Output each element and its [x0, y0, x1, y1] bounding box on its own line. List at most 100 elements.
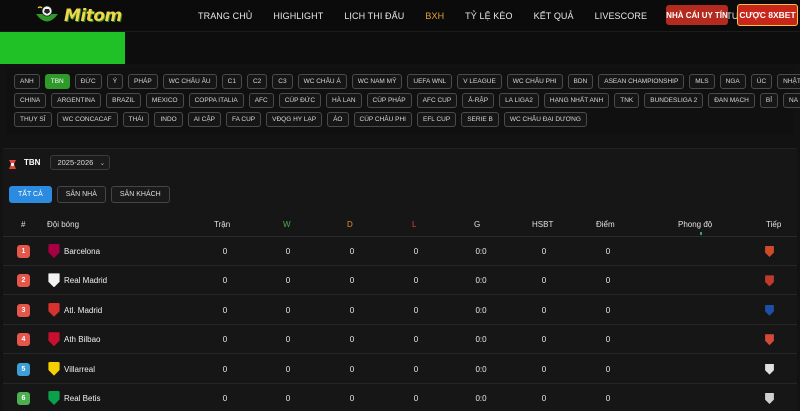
- league-chip-fa-cup[interactable]: FA CUP: [226, 112, 262, 127]
- league-chip-hang-nhat-anh[interactable]: HẠNG NHẤT ANH: [543, 93, 610, 108]
- league-chip-ha-lan[interactable]: HÀ LAN: [326, 93, 362, 108]
- team-name[interactable]: Atl. Madrid: [64, 296, 102, 325]
- league-chip-duc[interactable]: ĐỨC: [74, 74, 102, 89]
- table-row[interactable]: 1 Barcelona 0 0 0 0 0:0 0 0: [3, 237, 797, 266]
- league-chip-wc-nam-my[interactable]: WC NAM MỸ: [351, 74, 403, 89]
- team-name[interactable]: Real Madrid: [64, 266, 107, 295]
- league-chip-uefa-wnl[interactable]: UEFA WNL: [407, 74, 453, 89]
- league-chip-vdqg-hy-lap[interactable]: VĐQG HY LẠP: [266, 112, 323, 127]
- cell-gd: 0: [541, 276, 547, 286]
- filter-san-nha-button[interactable]: SÂN NHÀ: [56, 186, 106, 203]
- league-chip-serie-b[interactable]: SERIE B: [461, 112, 499, 127]
- league-chip-coppa-italia[interactable]: COPPA ITALIA: [188, 93, 244, 108]
- league-chip-la-liga2[interactable]: LA LIGA2: [499, 93, 539, 108]
- season-value: 2025-2026: [57, 158, 94, 167]
- cell-goals: 0:0: [475, 335, 487, 345]
- promo-banner[interactable]: [0, 32, 125, 64]
- league-chip-cup-phap[interactable]: CÚP PHÁP: [366, 93, 412, 108]
- next-opponent-crest-icon[interactable]: [765, 334, 774, 346]
- league-chip-thuy-si[interactable]: THỤY SĨ: [14, 112, 52, 127]
- league-chip-china[interactable]: CHINA: [14, 93, 47, 108]
- league-chip-asean-championship[interactable]: ASEAN CHAMPIONSHIP: [598, 74, 685, 89]
- next-opponent-crest-icon[interactable]: [765, 275, 774, 287]
- league-chip-ao[interactable]: ÁO: [327, 112, 349, 127]
- league-chip-tbn[interactable]: TBN: [44, 74, 70, 89]
- col-draws: D: [347, 220, 353, 229]
- league-chip-dan-mach[interactable]: ĐAN MẠCH: [708, 93, 755, 108]
- next-opponent-crest-icon[interactable]: [765, 363, 774, 375]
- league-chip-c3[interactable]: C3: [272, 74, 293, 89]
- nav-item-livescore[interactable]: LIVESCORE: [595, 11, 647, 21]
- league-chip-cup-duc[interactable]: CÚP ĐỨC: [278, 93, 322, 108]
- table-header: # Đội bóng Trận W D L G HSBT Điểm Phong …: [3, 212, 797, 237]
- league-chip-nga[interactable]: NGA: [719, 74, 746, 89]
- nav-item-lich-thi-dau[interactable]: LỊCH THI ĐẤU: [344, 11, 404, 21]
- table-row[interactable]: 4 Ath Bilbao 0 0 0 0 0:0 0 0: [3, 325, 797, 355]
- league-chip-c2[interactable]: C2: [246, 74, 268, 89]
- cell-goals: 0:0: [475, 247, 487, 256]
- filter-san-khach-button[interactable]: SÂN KHÁCH: [110, 186, 170, 203]
- trusted-dealer-button[interactable]: NHÀ CÁI UY TÍN: [666, 5, 728, 25]
- league-chip-afc-cup[interactable]: AFC CUP: [416, 93, 458, 108]
- nav-item-highlight[interactable]: HIGHLIGHT: [273, 11, 323, 21]
- nav-item-bxh[interactable]: BXH: [425, 11, 444, 21]
- league-chip-c1[interactable]: C1: [221, 74, 242, 89]
- standings-card: TBN 2025-2026 ⌄ TẤT CẢ SÂN NHÀ SÂN KHÁCH #…: [3, 148, 797, 411]
- cell-d: 0: [349, 364, 355, 374]
- league-chip-uc[interactable]: ÚC: [750, 74, 773, 89]
- cell-played: 0: [222, 364, 228, 374]
- team-name[interactable]: Real Betis: [64, 384, 100, 411]
- league-chip-wc-chau-a[interactable]: WC CHÂU Á: [297, 74, 347, 89]
- league-chip-anh[interactable]: ANH: [14, 74, 40, 89]
- cell-points: 0: [605, 364, 611, 374]
- league-chip-phap[interactable]: PHÁP: [128, 74, 158, 89]
- league-chip-indo[interactable]: INDO: [154, 112, 183, 127]
- table-row[interactable]: 2 Real Madrid 0 0 0 0 0:0 0 0: [3, 266, 797, 296]
- league-chip-efl-cup[interactable]: EFL CUP: [416, 112, 457, 127]
- league-chip-bundesliga-2[interactable]: BUNDESLIGA 2: [644, 93, 704, 108]
- site-logo[interactable]: Mitom: [34, 2, 122, 30]
- league-chip-y[interactable]: Ý: [106, 74, 124, 89]
- league-chip-afc[interactable]: AFC: [248, 93, 274, 108]
- cell-played: 0: [222, 394, 228, 403]
- col-goals: G: [474, 220, 481, 229]
- league-chip-bdn[interactable]: BDN: [567, 74, 594, 89]
- team-name[interactable]: Villarreal: [64, 355, 95, 384]
- league-chip-mexico[interactable]: MEXICO: [145, 93, 184, 108]
- league-chip-a-rap[interactable]: Ả-RẬP: [462, 93, 495, 108]
- league-chip-v-league[interactable]: V LEAGUE: [457, 74, 502, 89]
- nav-item-ty-le-keo[interactable]: TỶ LỆ KÈO: [465, 11, 512, 21]
- league-chip-na-uy[interactable]: NA UY: [783, 93, 800, 108]
- league-chip-bi[interactable]: BỈ: [759, 93, 779, 108]
- league-chip-wc-concacaf[interactable]: WC CONCACAF: [56, 112, 118, 127]
- col-played: Trận: [214, 220, 231, 229]
- league-row-3: THỤY SĨ WC CONCACAF THÁI INDO AI CẬP FA CUP VĐ…: [14, 112, 587, 127]
- league-chip-mls[interactable]: MLS: [689, 74, 715, 89]
- table-row[interactable]: 6 Real Betis 0 0 0 0 0:0 0 0: [3, 384, 797, 411]
- league-chip-ai-cap[interactable]: AI CẬP: [187, 112, 222, 127]
- cell-points: 0: [605, 335, 611, 345]
- next-opponent-crest-icon[interactable]: [765, 304, 774, 316]
- team-name[interactable]: Ath Bilbao: [64, 325, 100, 354]
- league-chip-wc-chau-phi[interactable]: WC CHÂU PHI: [506, 74, 563, 89]
- table-row[interactable]: 3 Atl. Madrid 0 0 0 0 0:0 0 0: [3, 296, 797, 325]
- nav-item-ket-qua[interactable]: KẾT QUẢ: [534, 11, 574, 21]
- laliga-icon: [7, 157, 18, 169]
- league-chip-nhat[interactable]: NHẬT: [777, 74, 800, 89]
- nav-item-trang-chu[interactable]: TRANG CHỦ: [198, 11, 252, 21]
- league-chip-argentina[interactable]: ARGENTINA: [51, 93, 102, 108]
- bet-8xbet-button[interactable]: CƯỢC 8XBET: [737, 4, 798, 26]
- next-opponent-crest-icon[interactable]: [765, 246, 774, 257]
- filter-tat-ca-button[interactable]: TẤT CẢ: [9, 186, 52, 203]
- venue-filters: TẤT CẢ SÂN NHÀ SÂN KHÁCH: [9, 186, 170, 203]
- league-chip-brazil[interactable]: BRAZIL: [106, 93, 141, 108]
- team-name[interactable]: Barcelona: [64, 237, 100, 266]
- league-chip-cup-chau-phi[interactable]: CÚP CHÂU PHI: [353, 112, 412, 127]
- league-chip-thai[interactable]: THÁI: [122, 112, 150, 127]
- league-chip-tnk[interactable]: TNK: [614, 93, 640, 108]
- league-chip-wc-chau-au[interactable]: WC CHÂU ÂU: [162, 74, 217, 89]
- league-chip-wc-chau-dai-duong[interactable]: WC CHÂU ĐẠI DƯƠNG: [503, 112, 587, 127]
- season-select[interactable]: 2025-2026 ⌄: [50, 155, 111, 170]
- next-opponent-crest-icon[interactable]: [765, 393, 774, 404]
- table-row[interactable]: 5 Villarreal 0 0 0 0 0:0 0 0: [3, 355, 797, 384]
